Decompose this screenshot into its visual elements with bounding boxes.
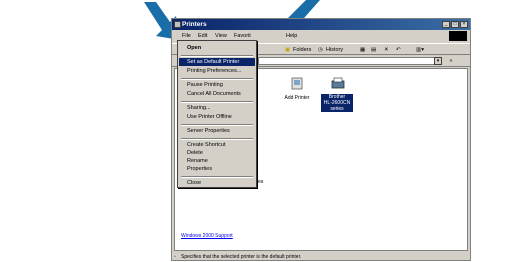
history-button[interactable]: History — [326, 44, 343, 56]
left-pane-text-2: es — [258, 179, 264, 185]
menu-separator — [181, 138, 253, 140]
menu-sharing[interactable]: Sharing... — [179, 104, 255, 112]
menu-pause-printing[interactable]: Pause Printing — [179, 81, 255, 89]
menu-cancel-all[interactable]: Cancel All Documents — [179, 90, 255, 98]
add-printer-icon[interactable] — [290, 77, 304, 90]
menu-printing-preferences[interactable]: Printing Preferences... — [179, 67, 255, 75]
menu-create-shortcut[interactable]: Create Shortcut — [179, 141, 255, 149]
add-printer-label[interactable]: Add Printer — [279, 95, 315, 101]
printer-folder-icon — [174, 21, 181, 28]
menu-open[interactable]: Open — [179, 44, 255, 52]
history-icon: ◷ — [318, 47, 323, 53]
brother-printer-label[interactable]: Brother HL-2600CN series — [321, 94, 353, 112]
menu-properties[interactable]: Properties — [179, 165, 255, 173]
menu-use-offline[interactable]: Use Printer Offline — [179, 113, 255, 121]
close-button[interactable]: × — [460, 21, 468, 28]
menu-separator — [181, 176, 253, 178]
delete-icon[interactable]: ✕ — [384, 44, 389, 56]
minimize-button[interactable]: _ — [442, 21, 450, 28]
menu-separator — [181, 124, 253, 126]
address-dropdown[interactable]: ▾ — [434, 57, 442, 65]
folders-icon: ▣ — [285, 47, 291, 53]
go-button[interactable]: » — [448, 56, 453, 66]
copy-to-icon[interactable]: ▤ — [371, 44, 376, 56]
menu-server-properties[interactable]: Server Properties — [179, 127, 255, 135]
folders-button[interactable]: Folders — [293, 44, 311, 56]
window-title: Printers — [182, 21, 207, 28]
menu-close[interactable]: Close — [179, 179, 255, 187]
views-icon[interactable]: ▥▾ — [416, 44, 424, 56]
menu-help[interactable]: Help — [286, 31, 297, 41]
title-bar: Printers _ □ × — [172, 19, 470, 30]
menu-separator — [181, 78, 253, 80]
menu-separator — [181, 101, 253, 103]
menu-set-default-printer[interactable]: Set as Default Printer — [179, 58, 255, 66]
address-input[interactable] — [258, 57, 438, 65]
brother-printer-icon[interactable] — [331, 77, 345, 90]
maximize-button[interactable]: □ — [451, 21, 459, 28]
menu-separator — [181, 55, 253, 57]
move-to-icon[interactable]: ▦ — [360, 44, 365, 56]
menu-rename[interactable]: Rename — [179, 157, 255, 165]
undo-icon[interactable]: ↶ — [396, 44, 401, 56]
support-link[interactable]: Windows 2000 Support — [181, 233, 233, 239]
menu-delete[interactable]: Delete — [179, 149, 255, 157]
file-menu: Open Set as Default Printer Printing Pre… — [177, 40, 257, 188]
windows-logo — [449, 31, 467, 41]
